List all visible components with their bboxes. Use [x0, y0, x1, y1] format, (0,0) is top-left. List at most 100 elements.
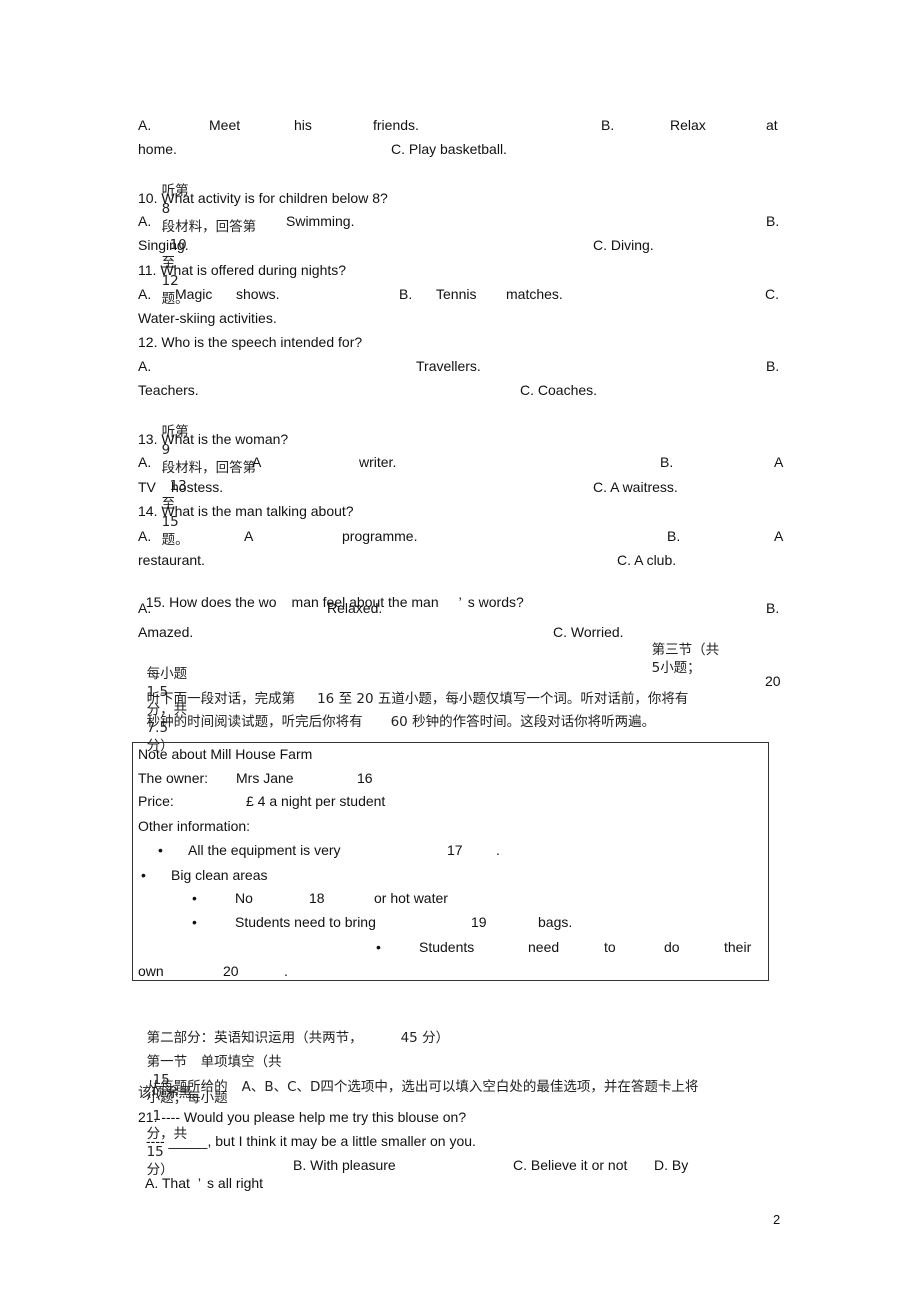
q9-option-b-label: B. [601, 117, 615, 133]
note-owner-label: The owner: [138, 770, 209, 786]
note-item-word: need [528, 939, 560, 955]
note-item-bags: bags. [538, 914, 573, 930]
q10-option-a-label: A. [138, 213, 152, 229]
q9-option-c: C. Play basketball. [391, 141, 507, 157]
bullet-icon: • [192, 890, 197, 906]
q11-option-a-word: shows. [236, 286, 280, 302]
q11-option-c-label: C. [765, 286, 779, 302]
q11-option-b-label: B. [399, 286, 413, 302]
bullet-icon: • [141, 867, 146, 883]
note-price-label: Price: [138, 793, 174, 809]
q10-option-b-text: Singing. [138, 237, 189, 253]
q14-option-b-cont: restaurant. [138, 552, 205, 568]
q21-option-c: C. Believe it or not [513, 1157, 628, 1173]
instr-text: 秒钟的作答时间。这段对话你将听两遍。 [412, 714, 656, 730]
note-item-word: to [604, 939, 616, 955]
blank-20: 20 [223, 963, 239, 979]
note-item-word: their [724, 939, 752, 955]
q9-option-b-word: at [766, 117, 778, 133]
q12-option-b-label: B. [766, 358, 780, 374]
q15-option-a-label: A. [138, 600, 152, 616]
q13-option-b-cont: TV [138, 479, 156, 495]
note-item-hot-water: or hot water [374, 890, 448, 906]
part2-instructions-line2: 该项涂黑。 [138, 1085, 206, 1101]
instr-options: A、B、C、D [241, 1079, 321, 1095]
bullet-icon: • [376, 939, 381, 955]
note-item-word: do [664, 939, 680, 955]
blank-16: 16 [357, 770, 373, 786]
option-text: s all right [207, 1175, 264, 1191]
q15-option-c: C. Worried. [553, 624, 624, 640]
note-item-own: own [138, 963, 164, 979]
note-owner-value: Mrs Jane [236, 770, 294, 786]
stem-text: 15. How does the wo [145, 594, 277, 610]
q10-stem: 10. What activity is for children below … [138, 190, 388, 206]
q11-option-c-text: Water-skiing activities. [138, 310, 277, 326]
q12-option-a-text: Travellers. [416, 358, 481, 374]
q9-option-a-word: Meet [209, 117, 241, 133]
intro-text: 段材料，回答第 [161, 219, 257, 235]
q12-option-a-label: A. [138, 358, 152, 374]
note-title: Note about Mill House Farm [138, 746, 313, 762]
q13-option-a-word: writer. [359, 454, 397, 470]
note-item-end: . [284, 963, 288, 979]
q11-stem: 11. What is offered during nights? [138, 262, 347, 278]
q9-option-a-word: his [294, 117, 312, 133]
q9-option-b-cont: home. [138, 141, 177, 157]
q14-option-a-word: programme. [342, 528, 418, 544]
option-text: A. That [145, 1175, 190, 1191]
q21-stem: 21. ---- Would you please help me try th… [138, 1109, 467, 1125]
title-text: 第三节（共 [651, 642, 720, 658]
section3-read-seconds: 20 [765, 673, 781, 689]
title-number: 45 [400, 1030, 418, 1046]
blank-19: 19 [471, 914, 487, 930]
bullet-icon: • [192, 914, 197, 930]
note-item-word: Students [419, 939, 475, 955]
q10-option-b-label: B. [766, 213, 780, 229]
blank-18: 18 [309, 890, 325, 906]
q14-option-c: C. A club. [617, 552, 677, 568]
q13-option-b-word: A [774, 454, 784, 470]
note-item-end: . [496, 842, 500, 858]
q21-option-b: B. With pleasure [293, 1157, 396, 1173]
intro-text: 题。 [161, 532, 189, 548]
note-item-bring: Students need to bring [235, 914, 376, 930]
q14-option-b-word: A [774, 528, 784, 544]
q21-reply: ---- _____, but I think it may be a litt… [146, 1133, 476, 1149]
stem-text: ’ [458, 594, 462, 610]
q15-option-a-text: Relaxed. [327, 600, 383, 616]
q10-option-c: C. Diving. [593, 237, 654, 253]
q21-option-d: D. By [654, 1157, 689, 1173]
blank-17: 17 [447, 842, 463, 858]
q13-stem: 13. What is the woman? [138, 431, 289, 447]
q14-stem: 14. What is the man talking about? [138, 503, 354, 519]
instr-number: 60 [390, 714, 408, 730]
q13-option-c: C. A waitress. [593, 479, 678, 495]
title-text: 分） [422, 1030, 450, 1046]
q9-option-a-label: A. [138, 117, 152, 133]
note-other-label: Other information: [138, 818, 251, 834]
q9-option-b-word: Relax [670, 117, 706, 133]
stem-text: s words? [467, 594, 524, 610]
q12-option-c: C. Coaches. [520, 382, 598, 398]
q12-option-b-text: Teachers. [138, 382, 199, 398]
q15-option-b-label: B. [766, 600, 780, 616]
intro-text: 段材料，回答第 [161, 460, 257, 476]
instr-text: 秒钟的时间阅读试题，听完后你将有 [146, 714, 363, 730]
q11-option-b-word: matches. [506, 286, 563, 302]
section3-title: 第三节（共 5小题； [643, 623, 720, 677]
section9-intro: 听第 9 段材料，回答第 13 至 15 题。 [153, 405, 257, 549]
q14-option-a-label: A. [138, 528, 152, 544]
bullet-icon: • [158, 842, 163, 858]
note-item-areas: Big clean areas [171, 867, 268, 883]
q13-option-a-label: A. [138, 454, 152, 470]
q11-option-a-label: A. [138, 286, 152, 302]
instr-text: 四个选项中，选出可以填入空白处的最佳选项，并在答题卡上将 [320, 1079, 699, 1095]
note-price-value: £ 4 a night per student [246, 793, 386, 809]
q9-option-a-word: friends. [373, 117, 419, 133]
section3-instructions-line2: 秒钟的时间阅读试题，听完后你将有 60 秒钟的作答时间。这段对话你将听两遍。 [138, 695, 655, 731]
note-item-equipment: All the equipment is very [188, 842, 341, 858]
note-item-no: No [235, 890, 253, 906]
q15-option-b-text: Amazed. [138, 624, 194, 640]
q13-option-a-word: A [252, 454, 262, 470]
